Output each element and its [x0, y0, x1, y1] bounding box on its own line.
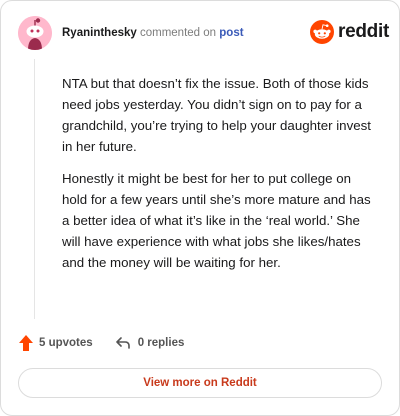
reply-count: 0 replies — [137, 337, 185, 349]
comment-paragraph: NTA but that doesn’t fix the issue. Both… — [62, 76, 371, 154]
username[interactable]: Ryaninthesky — [62, 27, 137, 39]
reddit-snoo-icon — [310, 20, 334, 44]
replies-button[interactable]: 0 replies — [115, 335, 185, 351]
reply-arrow-icon — [115, 337, 130, 349]
comment-actions: 5 upvotes 0 replies — [18, 334, 184, 352]
snoo-avatar-icon — [18, 16, 52, 50]
upvote-arrow-icon — [19, 335, 33, 351]
comment-paragraph: Honestly it might be best for her to put… — [62, 171, 371, 270]
reddit-logo[interactable]: reddit — [310, 20, 389, 44]
comment-body: NTA but that doesn’t fix the issue. Both… — [62, 73, 378, 284]
comment-verb: commented on — [139, 27, 217, 39]
view-more-button[interactable]: View more on Reddit — [18, 368, 382, 398]
thread-line — [34, 59, 35, 319]
reddit-wordmark: reddit — [338, 21, 389, 42]
upvote-count: 5 upvotes — [39, 337, 93, 349]
post-link[interactable]: post — [219, 27, 243, 39]
reddit-comment-embed: Ryaninthesky commented on post reddit NT… — [0, 0, 400, 416]
comment-header: Ryaninthesky commented on post — [62, 27, 244, 39]
upvote-button[interactable]: 5 upvotes — [18, 334, 93, 352]
avatar[interactable] — [18, 16, 52, 50]
